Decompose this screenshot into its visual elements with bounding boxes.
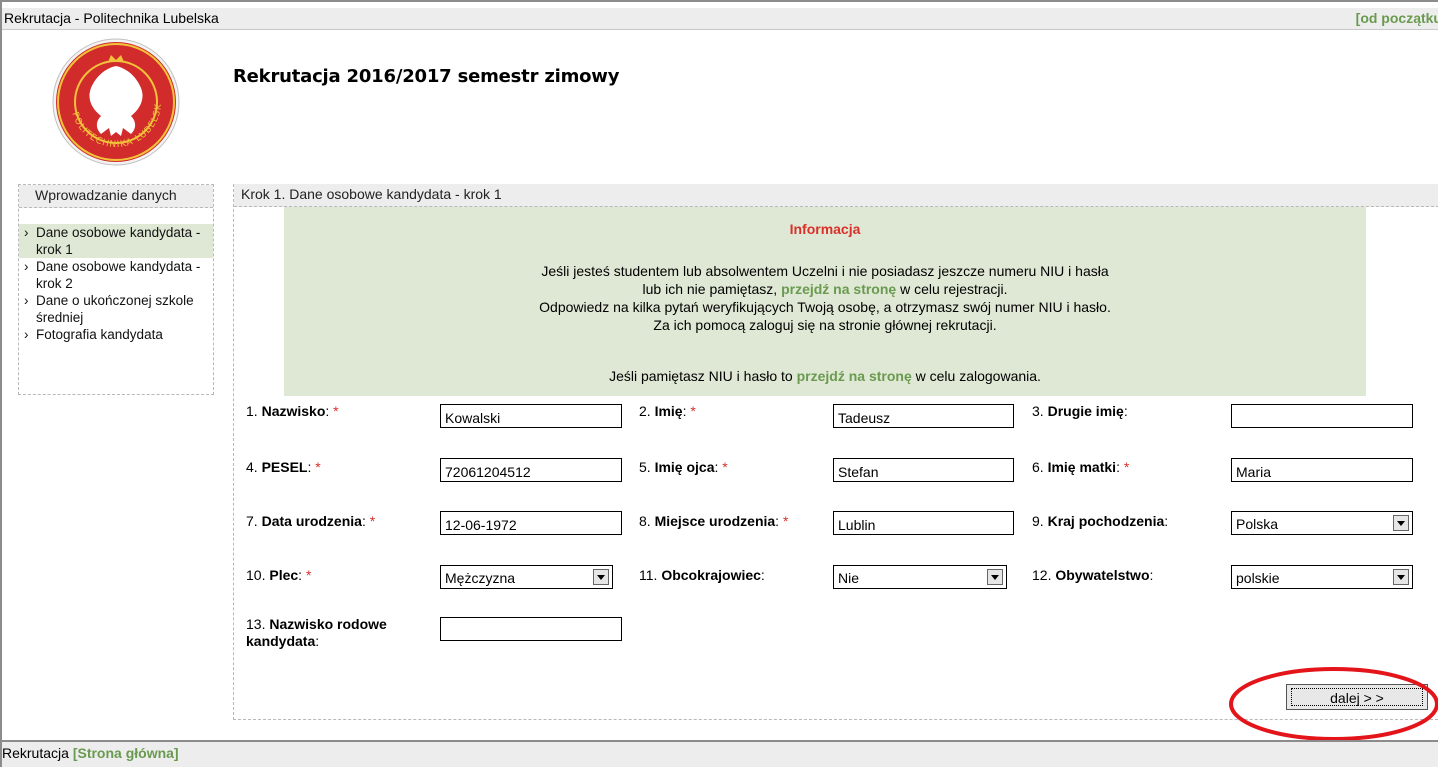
sidebar: Wprowadzanie danych › Dane osobowe kandy… [18, 184, 214, 395]
citizenship-select[interactable]: polskie [1231, 565, 1413, 589]
label-surname: 1. Nazwisko: * [246, 403, 339, 419]
dropdown-arrow-icon[interactable] [1393, 515, 1409, 531]
surname-field[interactable]: Kowalski [440, 404, 622, 428]
sidebar-item-label: Dane osobowe kandydata - krok 1 [36, 225, 201, 257]
label-country-of-origin: 9. Kraj pochodzenia: [1032, 513, 1169, 529]
label-maiden-name: 13. Nazwisko rodowe kandydata: [246, 616, 387, 649]
label-first-name: 2. Imię: * [639, 403, 696, 419]
label-pesel: 4. PESEL: * [246, 459, 321, 475]
label-sex: 10. Plec: * [246, 567, 312, 583]
info-title: Informacja [789, 221, 861, 237]
chevron-right-icon: › [24, 327, 29, 342]
sidebar-item-label: Fotografia kandydata [36, 327, 163, 342]
info-line-text: lub ich nie pamiętasz, [642, 281, 778, 297]
step-header: Krok 1. Dane osobowe kandydata - krok 1 [234, 184, 1438, 207]
sidebar-item-photo[interactable]: › Fotografia kandydata [19, 326, 213, 343]
label-mother-name: 6. Imię matki: * [1032, 459, 1130, 475]
second-name-field[interactable] [1231, 404, 1413, 428]
dropdown-arrow-icon[interactable] [593, 569, 609, 585]
sex-select-value: Mężczyzna [445, 570, 516, 586]
chevron-right-icon: › [24, 293, 29, 308]
sidebar-title: Wprowadzanie danych [35, 187, 177, 203]
country-select-value: Polska [1236, 516, 1279, 532]
pesel-field[interactable]: 72061204512 [440, 458, 622, 482]
bottom-bar: Rekrutacja [Strona główna] [2, 740, 1438, 767]
label-birth-date: 7. Data urodzenia: * [246, 513, 376, 529]
birth-place-field[interactable]: Lublin [833, 511, 1014, 535]
country-select[interactable]: Polska [1231, 511, 1413, 535]
dropdown-arrow-icon[interactable] [1393, 569, 1409, 585]
chevron-right-icon: › [24, 259, 29, 274]
first-name-field[interactable]: Tadeusz [833, 404, 1014, 428]
info-text: Jeśli jesteś studentem lub absolwentem U… [284, 262, 1366, 334]
info-line: lub ich nie pamiętasz, przejdź na stronę… [284, 280, 1366, 298]
app-title: Rekrutacja - Politechnika Lubelska [4, 10, 219, 26]
sex-select[interactable]: Mężczyzna [440, 565, 613, 589]
maiden-name-field[interactable] [440, 617, 622, 641]
label-citizenship: 12. Obywatelstwo: [1032, 567, 1154, 583]
label-father-name: 5. Imię ojca: * [639, 459, 728, 475]
login-link[interactable]: przejdź na stronę [797, 368, 912, 384]
chevron-right-icon: › [24, 225, 29, 240]
restart-link[interactable]: [od początku [1356, 10, 1438, 26]
sidebar-item-personal-data-1[interactable]: › Dane osobowe kandydata - krok 1 [19, 224, 213, 258]
foreigner-select[interactable]: Nie [833, 565, 1007, 589]
step-title: Krok 1. Dane osobowe kandydata - krok 1 [241, 186, 502, 202]
father-name-field[interactable]: Stefan [833, 458, 1014, 482]
birth-date-field[interactable]: 12-06-1972 [440, 511, 622, 535]
label-second-name: 3. Drugie imię: [1032, 403, 1128, 419]
page-title: Rekrutacja 2016/2017 semestr zimowy [233, 66, 620, 87]
info-line-text: w celu zalogowania. [915, 368, 1041, 384]
home-link[interactable]: [Strona główna] [73, 745, 179, 761]
citizenship-select-value: polskie [1236, 570, 1280, 586]
info-line: Odpowiedz na kilka pytań weryfikujących … [539, 299, 1111, 315]
foreigner-select-value: Nie [838, 570, 860, 586]
info-line-text: w celu rejestracji. [900, 281, 1008, 297]
info-line-text: Jeśli pamiętasz NIU i hasło to [609, 368, 793, 384]
highlight-circle [1229, 667, 1438, 741]
label-birth-place: 8. Miejsce urodzenia: * [639, 513, 789, 529]
label-foreigner: 11. Obcokrajowiec: [639, 567, 765, 583]
sidebar-list: › Dane osobowe kandydata - krok 1 › Dane… [19, 224, 213, 343]
mother-name-field[interactable]: Maria [1231, 458, 1413, 482]
sidebar-item-label: Dane o ukończonej szkole średniej [36, 293, 194, 325]
sidebar-item-high-school[interactable]: › Dane o ukończonej szkole średniej [19, 292, 213, 326]
sidebar-item-personal-data-2[interactable]: › Dane osobowe kandydata - krok 2 [19, 258, 213, 292]
university-logo: POLITECHNIKA LUBELSKA [51, 36, 180, 166]
sidebar-header: Wprowadzanie danych [19, 185, 213, 208]
top-bar: Rekrutacja - Politechnika Lubelska [od p… [2, 8, 1438, 30]
info-line: Za ich pomocą zaloguj się na stronie głó… [653, 317, 997, 333]
dropdown-arrow-icon[interactable] [987, 569, 1003, 585]
register-link[interactable]: przejdź na stronę [781, 281, 896, 297]
sidebar-item-label: Dane osobowe kandydata - krok 2 [36, 259, 201, 291]
info-box: Informacja Jeśli jesteś studentem lub ab… [284, 207, 1366, 396]
footer: Rekrutacja [Strona główna] [2, 745, 179, 761]
footer-title: Rekrutacja [2, 745, 69, 761]
info-line: Jeśli jesteś studentem lub absolwentem U… [541, 263, 1109, 279]
info-line: Jeśli pamiętasz NIU i hasło to przejdź n… [284, 367, 1366, 385]
